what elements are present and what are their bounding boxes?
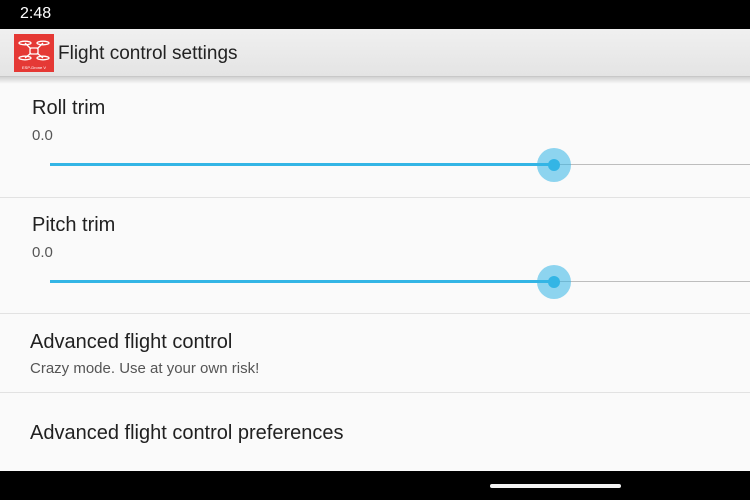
advanced-flight-control-preferences-title: Advanced flight control preferences xyxy=(30,422,344,444)
roll-trim-slider-fill xyxy=(50,163,554,166)
roll-trim-title: Roll trim xyxy=(32,97,106,119)
pitch-trim-title: Pitch trim xyxy=(32,214,116,236)
pitch-trim-value: 0.0 xyxy=(32,244,53,261)
preferences-list: Roll trim 0.0 Pitch trim 0.0 Advanced fl… xyxy=(0,77,750,471)
divider xyxy=(0,392,750,393)
advanced-flight-control-title: Advanced flight control xyxy=(30,331,233,353)
advanced-flight-control-summary: Crazy mode. Use at your own risk! xyxy=(30,360,260,377)
status-time: 2:48 xyxy=(20,5,52,22)
pitch-trim-slider[interactable] xyxy=(50,265,750,299)
navigation-bar xyxy=(0,471,750,500)
pitch-trim-slider-fill xyxy=(50,280,554,283)
roll-trim-value: 0.0 xyxy=(32,127,53,144)
roll-trim-slider-thumb[interactable] xyxy=(548,159,560,171)
drone-app-icon[interactable]: ESP-Drone V xyxy=(14,34,54,72)
page-title: Flight control settings xyxy=(58,43,238,64)
app-icon-caption: ESP-Drone V xyxy=(21,65,46,70)
divider xyxy=(0,313,750,314)
status-bar: 2:48 xyxy=(0,0,750,29)
action-bar-shadow xyxy=(0,77,750,84)
roll-trim-slider[interactable] xyxy=(50,148,750,182)
pitch-trim-slider-thumb[interactable] xyxy=(548,276,560,288)
home-gesture-handle[interactable] xyxy=(490,484,621,488)
action-bar: ESP-Drone V Flight control settings xyxy=(0,29,750,77)
divider xyxy=(0,197,750,198)
